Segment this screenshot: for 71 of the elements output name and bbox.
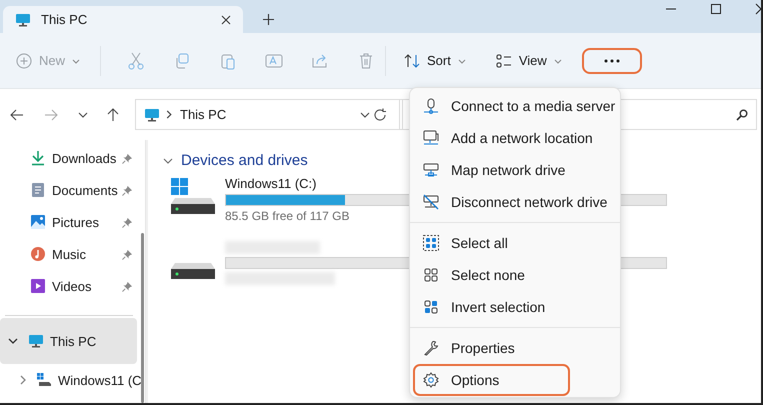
tab[interactable]: This PC bbox=[3, 6, 243, 33]
share-icon[interactable] bbox=[311, 52, 330, 70]
scrollbar[interactable] bbox=[141, 233, 144, 403]
menu-item[interactable]: Select none bbox=[413, 259, 617, 291]
rename-icon[interactable] bbox=[265, 52, 284, 70]
up-icon[interactable] bbox=[106, 108, 120, 122]
sidebar-item[interactable]: Pictures bbox=[0, 206, 137, 238]
sort-icon bbox=[404, 52, 420, 68]
pin-icon[interactable] bbox=[122, 280, 133, 292]
chevron-icon bbox=[166, 110, 172, 119]
pin-icon[interactable] bbox=[122, 248, 133, 260]
search-icon bbox=[736, 108, 748, 120]
back-icon[interactable] bbox=[10, 108, 24, 122]
network-drive-icon bbox=[423, 162, 439, 178]
invert-selection-icon bbox=[423, 299, 439, 315]
refresh-icon[interactable] bbox=[373, 108, 387, 122]
breadcrumb[interactable]: This PC bbox=[180, 107, 226, 122]
chevron-down-icon[interactable] bbox=[8, 336, 18, 346]
video-icon bbox=[30, 278, 46, 294]
settings-icon bbox=[423, 372, 439, 388]
menu-item[interactable]: Properties bbox=[413, 332, 617, 364]
sidebar-item[interactable]: Videos bbox=[0, 270, 137, 302]
pin-icon[interactable] bbox=[122, 152, 133, 164]
menu-item[interactable]: Map network drive bbox=[413, 154, 617, 186]
monitor-icon bbox=[15, 12, 31, 28]
free-space-text: 85.5 GB free of 117 GB bbox=[225, 209, 351, 223]
media-server-icon bbox=[423, 98, 439, 114]
chevron-down-icon bbox=[458, 56, 466, 64]
drive-icon bbox=[36, 372, 52, 388]
forward-icon[interactable] bbox=[44, 108, 58, 122]
pin-icon[interactable] bbox=[122, 184, 133, 196]
recent-dropdown-icon[interactable] bbox=[78, 110, 88, 120]
wrench-icon bbox=[423, 340, 439, 356]
sidebar-item[interactable]: Downloads bbox=[0, 142, 137, 174]
view-button[interactable]: View bbox=[490, 46, 568, 74]
document-icon bbox=[30, 182, 46, 198]
disconnect-drive-icon bbox=[423, 194, 439, 210]
chevron-down-icon bbox=[554, 56, 562, 64]
network-location-icon bbox=[423, 130, 439, 146]
picture-icon bbox=[30, 214, 46, 230]
scissors-icon[interactable] bbox=[127, 52, 146, 70]
select-none-icon bbox=[423, 267, 439, 283]
dropdown-icon[interactable] bbox=[360, 110, 370, 120]
menu-item[interactable]: Connect to a media server bbox=[413, 90, 617, 122]
more-icon bbox=[604, 58, 620, 62]
menu-item[interactable]: Disconnect network drive bbox=[413, 186, 617, 218]
sidebar-item[interactable]: Documents bbox=[0, 174, 137, 206]
monitor-icon bbox=[28, 333, 44, 349]
chevron-right-icon[interactable] bbox=[18, 375, 28, 385]
view-icon bbox=[496, 52, 512, 68]
pin-icon[interactable] bbox=[122, 216, 133, 228]
maximize-icon[interactable] bbox=[710, 3, 722, 15]
more-options-button[interactable] bbox=[582, 48, 642, 74]
menu-item[interactable]: Options bbox=[413, 364, 570, 396]
address-bar[interactable]: This PC bbox=[135, 99, 403, 130]
clipboard-icon[interactable] bbox=[219, 52, 238, 70]
select-all-icon bbox=[423, 235, 439, 251]
menu-item[interactable]: Invert selection bbox=[413, 291, 617, 323]
download-icon bbox=[30, 150, 46, 166]
chevron-down-icon bbox=[72, 56, 80, 64]
monitor-icon bbox=[144, 106, 160, 122]
menu-item[interactable]: Add a network location bbox=[413, 122, 617, 154]
new-tab-icon[interactable] bbox=[263, 14, 274, 25]
music-icon bbox=[30, 246, 46, 262]
menu-item[interactable]: Select all bbox=[413, 227, 617, 259]
sort-button[interactable]: Sort bbox=[398, 46, 472, 74]
sidebar-item[interactable]: This PC bbox=[0, 318, 137, 364]
chevron-down-icon bbox=[163, 156, 173, 166]
sidebar-item[interactable]: Music bbox=[0, 238, 137, 270]
close-icon[interactable] bbox=[221, 14, 231, 24]
add-icon bbox=[16, 52, 32, 68]
